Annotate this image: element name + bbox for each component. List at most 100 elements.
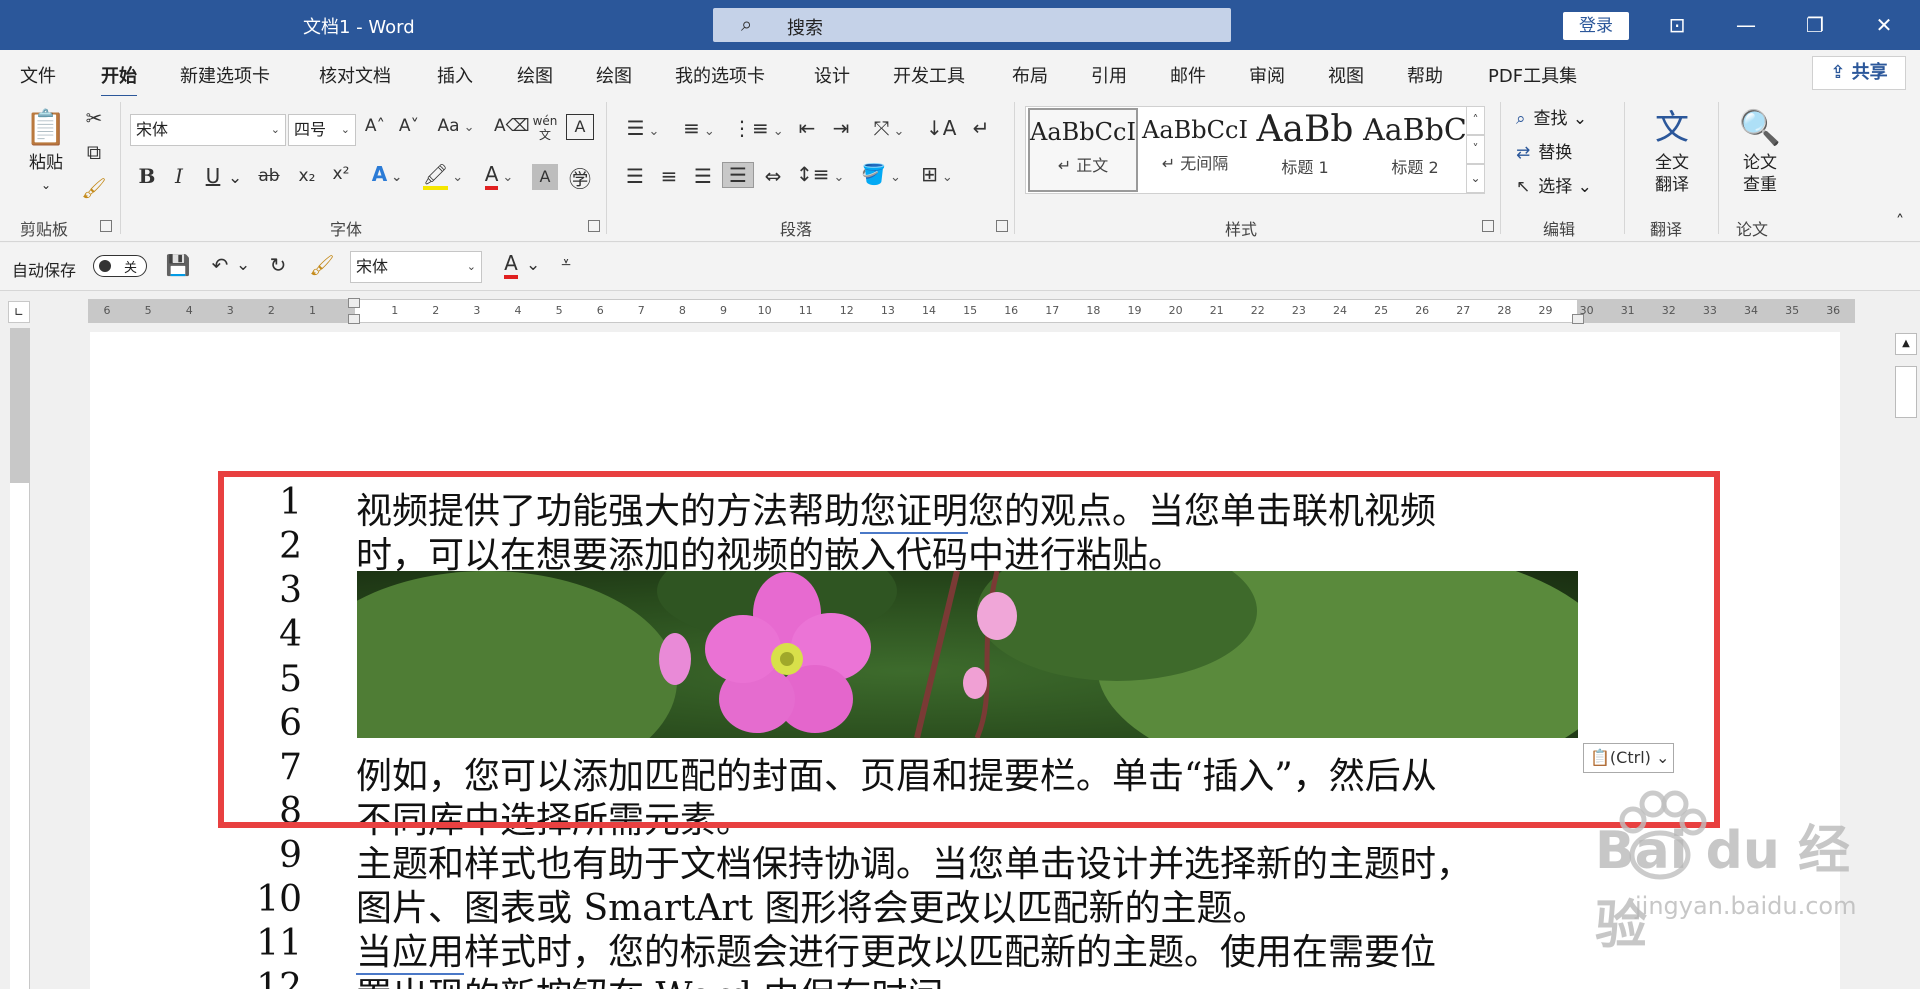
tab-mailings[interactable]: 邮件: [1170, 62, 1206, 88]
justify-icon[interactable]: ☰: [722, 162, 754, 188]
styles-scroll-up-icon[interactable]: ˄: [1466, 106, 1485, 135]
full-translate-button[interactable]: 文 全文 翻译: [1640, 104, 1704, 196]
undo-icon[interactable]: ↶: [206, 253, 234, 277]
tab-view[interactable]: 视图: [1328, 62, 1364, 88]
font-color-button[interactable]: A: [476, 162, 522, 190]
tab-review[interactable]: 审阅: [1249, 62, 1285, 88]
tab-my-tab[interactable]: 我的选项卡: [675, 62, 765, 88]
tab-check[interactable]: 核对文档: [319, 62, 391, 88]
qat-font-color-dropdown-icon[interactable]: ⌄: [526, 255, 540, 275]
scroll-up-icon[interactable]: ▲: [1895, 333, 1917, 355]
styles-launcher-icon[interactable]: [1482, 220, 1494, 232]
first-line-indent-marker[interactable]: [348, 298, 360, 308]
style-heading-2[interactable]: AaBbC 标题 2: [1360, 108, 1470, 192]
align-right-icon[interactable]: ☰: [688, 164, 718, 188]
vertical-scrollbar[interactable]: ▲: [1893, 330, 1918, 989]
cut-icon[interactable]: ✂: [80, 106, 108, 130]
chinese-layout-button[interactable]: ⤧: [866, 116, 912, 140]
paste-options-button[interactable]: 📋(Ctrl) ⌄: [1583, 743, 1674, 773]
style-normal[interactable]: AaBbCcI ↵ 正文: [1028, 108, 1138, 192]
close-icon[interactable]: ✕: [1864, 8, 1904, 42]
redo-icon[interactable]: ↻: [264, 253, 292, 277]
share-button[interactable]: ⇪ 共享: [1812, 56, 1906, 90]
vertical-ruler[interactable]: [10, 328, 30, 989]
phonetic-guide-icon[interactable]: wén 文: [530, 114, 560, 142]
decrease-indent-icon[interactable]: ⇤: [792, 116, 822, 140]
styles-scroll-down-icon[interactable]: ˅: [1466, 135, 1485, 164]
copy-icon[interactable]: ⧉: [80, 140, 108, 164]
restore-icon[interactable]: ❐: [1795, 8, 1835, 42]
autosave-toggle[interactable]: 关: [93, 255, 147, 277]
doc-line-12[interactable]: 置出现的新按钮在 Word 中保存时间: [356, 967, 943, 989]
find-button[interactable]: ⌕ 查找 ⌄: [1516, 104, 1587, 129]
ribbon-display-icon[interactable]: ⊡: [1657, 8, 1697, 42]
line-spacing-button[interactable]: ↕≡: [796, 162, 842, 186]
italic-button[interactable]: I: [166, 164, 192, 188]
sort-icon[interactable]: ↓A: [926, 116, 956, 140]
bullets-button[interactable]: ☰: [620, 116, 666, 140]
left-indent-marker[interactable]: [348, 314, 360, 324]
enclose-char-icon[interactable]: ㊫: [566, 162, 594, 194]
style-heading-1[interactable]: AaBb 标题 1: [1250, 108, 1360, 192]
multilevel-list-button[interactable]: ⋮≡: [732, 116, 778, 140]
text-effects-button[interactable]: A: [364, 162, 410, 186]
font-family-select[interactable]: 宋体 ⌄: [130, 114, 286, 146]
save-icon[interactable]: 💾: [164, 253, 192, 277]
minimize-icon[interactable]: —: [1726, 8, 1766, 42]
tab-file[interactable]: 文件: [20, 62, 56, 88]
char-shading-icon[interactable]: A: [532, 164, 558, 190]
horizontal-ruler[interactable]: 6 5 4 3 2 1 1 2 3 4 5 6 7 8 9 10 11 12 13 14 15 16 17 18 19 20 21 2…: [88, 298, 1855, 324]
show-marks-icon[interactable]: ↵: [966, 116, 996, 140]
customize-qat-icon[interactable]: ⩡: [556, 253, 576, 273]
replace-button[interactable]: ⇄ 替换: [1516, 138, 1572, 163]
tab-insert[interactable]: 插入: [437, 62, 473, 88]
font-launcher-icon[interactable]: [588, 220, 600, 232]
subscript-button[interactable]: x₂: [294, 166, 320, 186]
tab-help[interactable]: 帮助: [1407, 62, 1443, 88]
tab-pdf[interactable]: PDF工具集: [1488, 62, 1577, 88]
tab-selector-icon[interactable]: ∟: [8, 301, 30, 323]
search-box[interactable]: ⌕ 搜索: [713, 8, 1231, 42]
align-left-icon[interactable]: ☰: [620, 164, 650, 188]
tab-developer[interactable]: 开发工具: [893, 62, 965, 88]
increase-indent-icon[interactable]: ⇥: [826, 116, 856, 140]
undo-dropdown-icon[interactable]: ⌄: [236, 255, 250, 275]
align-center-icon[interactable]: ≡: [654, 164, 684, 188]
distributed-icon[interactable]: ⇔: [758, 164, 788, 188]
change-case-button[interactable]: Aa: [434, 116, 478, 136]
paragraph-launcher-icon[interactable]: [996, 220, 1008, 232]
numbering-button[interactable]: ≡: [676, 116, 722, 140]
borders-button[interactable]: ⊞: [914, 162, 960, 186]
clear-format-icon[interactable]: A⌫: [494, 116, 530, 136]
strikethrough-button[interactable]: ab: [254, 166, 284, 186]
tab-layout[interactable]: 布局: [1012, 62, 1048, 88]
char-border-icon[interactable]: A: [566, 114, 594, 140]
highlight-button[interactable]: 🖍: [420, 162, 466, 190]
shrink-font-icon[interactable]: A˅: [396, 116, 422, 136]
font-size-select[interactable]: 四号 ⌄: [288, 114, 356, 146]
shading-button[interactable]: 🪣: [858, 162, 904, 186]
bold-button[interactable]: B: [134, 164, 160, 188]
styles-more-icon[interactable]: ⌄: [1466, 164, 1485, 193]
login-button[interactable]: 登录: [1563, 12, 1629, 40]
format-painter-icon[interactable]: 🖌: [80, 176, 108, 200]
right-indent-marker[interactable]: [1572, 314, 1584, 324]
superscript-button[interactable]: x²: [328, 164, 354, 184]
tab-references[interactable]: 引用: [1091, 62, 1127, 88]
qat-font-select[interactable]: 宋体 ⌄: [350, 251, 482, 283]
format-painter-qat-icon[interactable]: 🖌: [308, 253, 336, 277]
underline-button[interactable]: U: [200, 164, 226, 188]
underline-dropdown-icon[interactable]: ⌄: [228, 168, 242, 188]
clipboard-launcher-icon[interactable]: [100, 220, 112, 232]
select-button[interactable]: ↖ 选择 ⌄: [1516, 172, 1592, 197]
qat-font-color-icon[interactable]: A: [498, 251, 524, 279]
collapse-ribbon-icon[interactable]: ˄: [1888, 212, 1912, 232]
paper-check-button[interactable]: 🔍 论文 查重: [1728, 104, 1792, 196]
tab-design[interactable]: 设计: [814, 62, 850, 88]
tab-home[interactable]: 开始: [101, 62, 137, 98]
tab-new[interactable]: 新建选项卡: [180, 62, 270, 88]
scrollbar-thumb[interactable]: [1895, 366, 1917, 418]
style-no-spacing[interactable]: AaBbCcI ↵ 无间隔: [1140, 108, 1250, 192]
paste-button[interactable]: 📋 粘贴 ⌄: [18, 104, 74, 196]
grow-font-icon[interactable]: A˄: [362, 116, 388, 136]
